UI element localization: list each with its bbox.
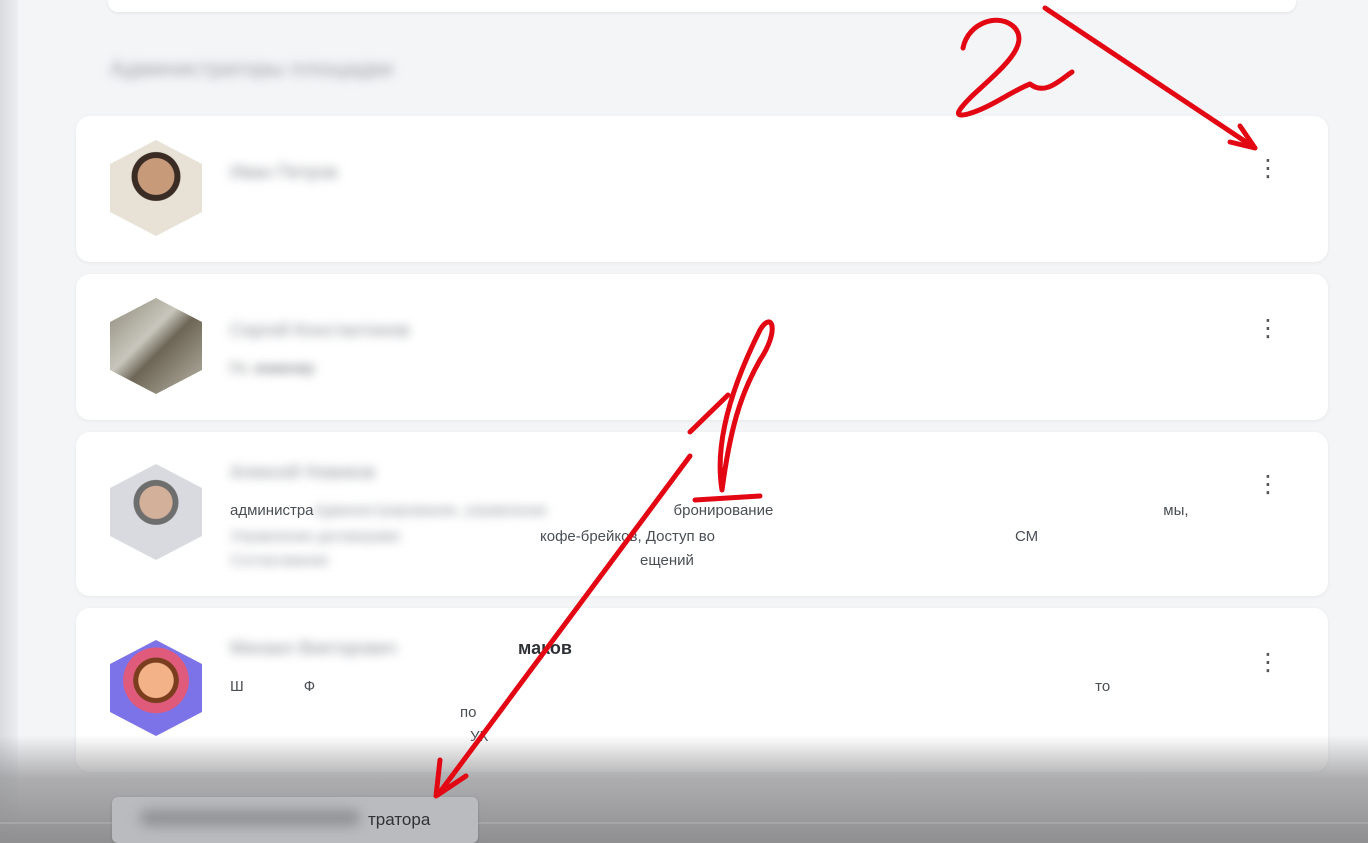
user-name: Иван Петров xyxy=(230,162,338,182)
button-label-hidden xyxy=(140,810,360,826)
user-avatar xyxy=(110,640,202,736)
more-vertical-icon[interactable]: ⋮ xyxy=(1256,150,1280,186)
user-name: маков xyxy=(518,638,572,658)
user-role: Гл. инженер xyxy=(230,360,315,377)
user-avatar xyxy=(110,298,202,394)
user-permissions-line-1: администраАдминистрирование, управление б… xyxy=(230,502,1189,519)
admins-page: Администраторы площадки Иван Петров ⋮ Се… xyxy=(0,0,1368,843)
top-card-fragment xyxy=(108,0,1296,12)
assign-admin-button[interactable]: тратора xyxy=(112,797,478,843)
user-avatar xyxy=(110,140,202,236)
user-permissions-line-2: Управление договорами кофе-брейков, Досту… xyxy=(230,528,1039,545)
user-permissions-line-1: Ш Фто xyxy=(230,678,1111,695)
section-title: Администраторы площадки xyxy=(110,56,393,81)
more-vertical-icon[interactable]: ⋮ xyxy=(1256,466,1280,502)
more-vertical-icon[interactable]: ⋮ xyxy=(1256,644,1280,680)
user-card-3: Алексей Новиков администраАдминистрирова… xyxy=(76,432,1328,596)
user-permissions-line-3: Согласование ещений xyxy=(230,552,694,569)
user-card-1: Иван Петров ⋮ xyxy=(76,116,1328,262)
user-avatar xyxy=(110,464,202,560)
user-name-hidden: Михаил Викторович xyxy=(230,638,397,658)
button-label: тратора xyxy=(368,810,431,829)
user-name: Алексей Новиков xyxy=(230,462,375,482)
left-edge-shadow xyxy=(0,0,18,843)
user-permissions-line-2: по xyxy=(460,704,477,721)
user-card-2: Сергей Константинов Гл. инженер ⋮ xyxy=(76,274,1328,420)
annotation-number-2 xyxy=(956,17,1075,118)
more-vertical-icon[interactable]: ⋮ xyxy=(1256,310,1280,346)
user-name: Сергей Константинов xyxy=(230,320,410,340)
